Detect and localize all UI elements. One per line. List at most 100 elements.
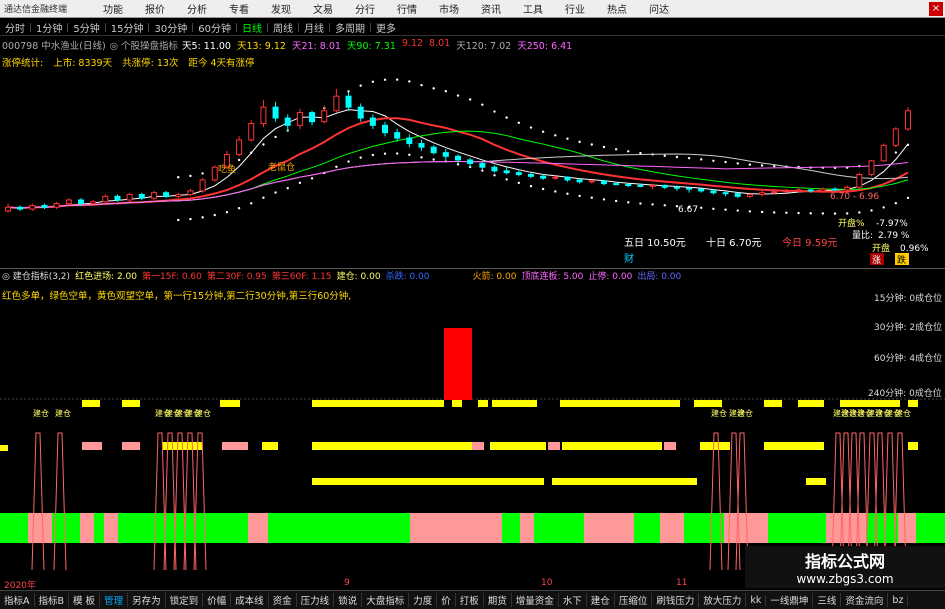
bottom-tab[interactable]: 打板 [456, 593, 484, 607]
tab-period[interactable]: 更多 [371, 20, 401, 35]
signal-30min [562, 442, 662, 450]
bottom-tab[interactable]: 资金流向 [841, 593, 889, 607]
indicator-title[interactable]: ◎ 建仓指标(3,2) [2, 269, 70, 282]
bottom-tab[interactable]: 锁说 [334, 593, 363, 607]
bottom-tab[interactable]: 成本线 [231, 593, 269, 607]
band-dot [286, 186, 289, 190]
band-dot [481, 103, 484, 106]
bottom-tab[interactable]: 价 [437, 593, 456, 607]
bottom-tab[interactable]: 放大压力 [699, 593, 747, 607]
signal-15min [220, 400, 240, 407]
bottom-tab[interactable]: 三线 [813, 593, 842, 607]
red-in-value: 红色进场: 2.00 [75, 272, 137, 282]
tab-period[interactable]: 5分钟 [68, 20, 104, 35]
candle-body [771, 191, 778, 194]
tab-period[interactable]: 月线 [299, 20, 329, 35]
band-dot [797, 211, 800, 215]
band-dot [347, 90, 350, 93]
bottom-tab[interactable]: kk [746, 594, 767, 606]
tab-period[interactable]: 60分钟 [193, 20, 236, 35]
bottom-tab[interactable]: 刷钱压力 [652, 593, 700, 607]
candle-body [540, 175, 547, 179]
signal-30min-pink [222, 442, 248, 450]
ma-value: 9.12 [401, 38, 424, 49]
bottom-tab[interactable]: 锁定到 [166, 593, 204, 607]
candlestick-chart[interactable]: 吃鱼 老鼠仓 6.67 6.70 - 6.96 开盘% -7.97% 量比: 2… [0, 70, 945, 268]
menu-item[interactable]: 市场 [428, 1, 470, 16]
tab-period[interactable]: 30分钟 [149, 20, 192, 35]
bottom-tab[interactable]: 压缩位 [615, 593, 653, 607]
watermark-title: 指标公式网 [804, 552, 885, 571]
date-label: 11 [676, 578, 688, 588]
indicator-chart[interactable]: 建仓 建仓 建仓建仓建仓建仓建仓 建仓 建仓建仓 建仓建仓建仓建仓建仓建仓建仓建仓 [0, 285, 945, 575]
band-dot [274, 191, 277, 194]
bottom-tab[interactable]: 压力线 [297, 593, 335, 607]
bottom-tab[interactable]: 指标A [0, 593, 35, 607]
limit-up-stats: 涨停统计: 上市: 8339天 共涨停: 13次 距今 4天有涨停 [2, 55, 255, 69]
tab-period-active[interactable]: 日线 [237, 20, 267, 35]
menu-item[interactable]: 行情 [386, 1, 428, 16]
bottom-tab[interactable]: 水下 [559, 593, 587, 607]
candle-body [430, 146, 437, 154]
tab-period[interactable]: 多周期 [330, 20, 370, 35]
pct-label: 开盘% [838, 217, 865, 229]
candle-body [856, 173, 863, 188]
right-price-range: 6.70 - 6.96 [830, 192, 879, 202]
tab-period[interactable]: 周线 [268, 20, 298, 35]
candle-body [260, 106, 267, 125]
band-dot [882, 206, 885, 209]
menu-item[interactable]: 文易 [302, 1, 344, 16]
menu-item[interactable]: 报价 [134, 1, 176, 16]
menu-item[interactable]: 功能 [92, 1, 134, 16]
band-dot [639, 202, 642, 205]
band-dot [456, 94, 460, 97]
bottom-tab[interactable]: 期货 [484, 593, 512, 607]
band-dot [614, 148, 618, 151]
open-label: 开盘 [872, 242, 890, 254]
candle-body [892, 128, 899, 146]
bottom-tab[interactable]: 管理 [100, 593, 129, 607]
bottom-tab[interactable]: 大盘指标 [362, 593, 410, 607]
bottom-tab[interactable]: bz [888, 594, 909, 606]
tab-period[interactable]: 1分钟 [31, 20, 67, 35]
bottom-tab[interactable]: 指标B [35, 593, 70, 607]
menu-item[interactable]: 分行 [344, 1, 386, 16]
bottom-tab[interactable]: 力度 [409, 593, 438, 607]
menu-item[interactable]: 分析 [176, 1, 218, 16]
bottom-tab[interactable]: 建仓 [587, 593, 615, 607]
menu-item[interactable]: 问达 [638, 1, 680, 16]
candle-body [613, 183, 620, 186]
signal-strip-segment [52, 513, 80, 543]
band-dot [529, 126, 533, 129]
menu-item[interactable]: 专看 [218, 1, 260, 16]
menu-item[interactable]: 发现 [260, 1, 302, 16]
band-dot [359, 84, 362, 87]
menu-item[interactable]: 热点 [596, 1, 638, 16]
close-icon[interactable]: × [929, 1, 943, 16]
band-dot [663, 204, 666, 207]
candle-body [807, 189, 814, 192]
candle-body [552, 176, 559, 179]
tab-period[interactable]: 15分钟 [106, 20, 149, 35]
menu-item[interactable]: 工具 [512, 1, 554, 16]
band-dot [724, 208, 727, 211]
bottom-tab[interactable]: 另存为 [128, 593, 166, 607]
build-label: 建仓 [55, 408, 71, 418]
band-dot [274, 135, 277, 139]
candle-body [248, 123, 255, 141]
bottom-tab[interactable]: 价幅 [203, 593, 232, 607]
tab-period[interactable]: 分时 [0, 20, 30, 35]
band-dot [639, 151, 642, 155]
candle-body [479, 163, 486, 168]
bottom-tab[interactable]: 模 板 [69, 593, 101, 607]
indicator-name[interactable]: ◎ 个股操盘指标 [110, 38, 178, 52]
build-spike [53, 432, 67, 571]
band-dot [578, 140, 581, 144]
bottom-tab[interactable]: 资金 [269, 593, 297, 607]
menu-item[interactable]: 行业 [554, 1, 596, 16]
bottom-tab[interactable]: 一线鼎坤 [766, 593, 814, 607]
menu-item[interactable]: 资讯 [470, 1, 512, 16]
band-dot [894, 151, 898, 154]
bottom-tab[interactable]: 增量资金 [512, 593, 559, 607]
band-dot [651, 203, 654, 206]
